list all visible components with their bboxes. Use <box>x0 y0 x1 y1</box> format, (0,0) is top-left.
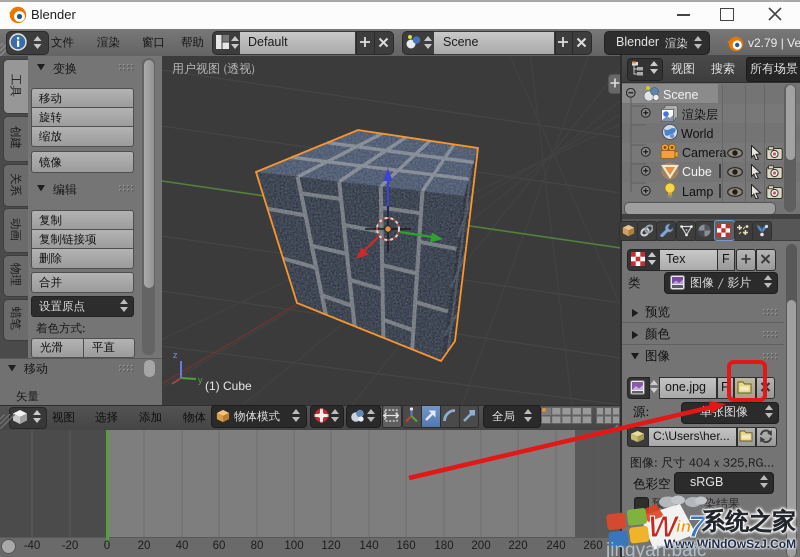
svg-text:y: y <box>198 375 203 385</box>
svg-text:z: z <box>173 350 178 360</box>
